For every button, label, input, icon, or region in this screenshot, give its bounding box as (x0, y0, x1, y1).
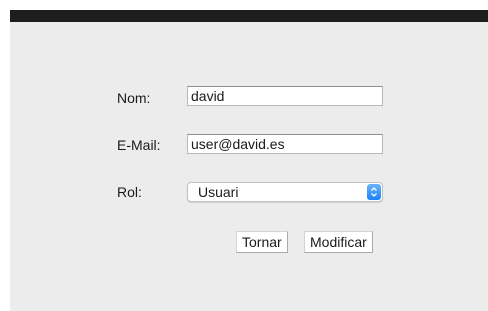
role-select-value: Usuari (198, 184, 239, 200)
window-top-bar (10, 10, 488, 22)
role-label: Rol: (117, 184, 142, 200)
user-form-panel: Nom: E-Mail: Rol: Usuari Tornar Modifica… (10, 22, 488, 311)
up-down-chevron-icon (367, 184, 381, 200)
name-input[interactable] (187, 86, 383, 106)
role-select[interactable]: Usuari (187, 182, 383, 202)
email-input[interactable] (187, 134, 383, 154)
email-label: E-Mail: (117, 137, 161, 153)
name-label: Nom: (117, 90, 151, 106)
modify-button[interactable]: Modificar (304, 231, 373, 253)
back-button[interactable]: Tornar (236, 231, 288, 253)
